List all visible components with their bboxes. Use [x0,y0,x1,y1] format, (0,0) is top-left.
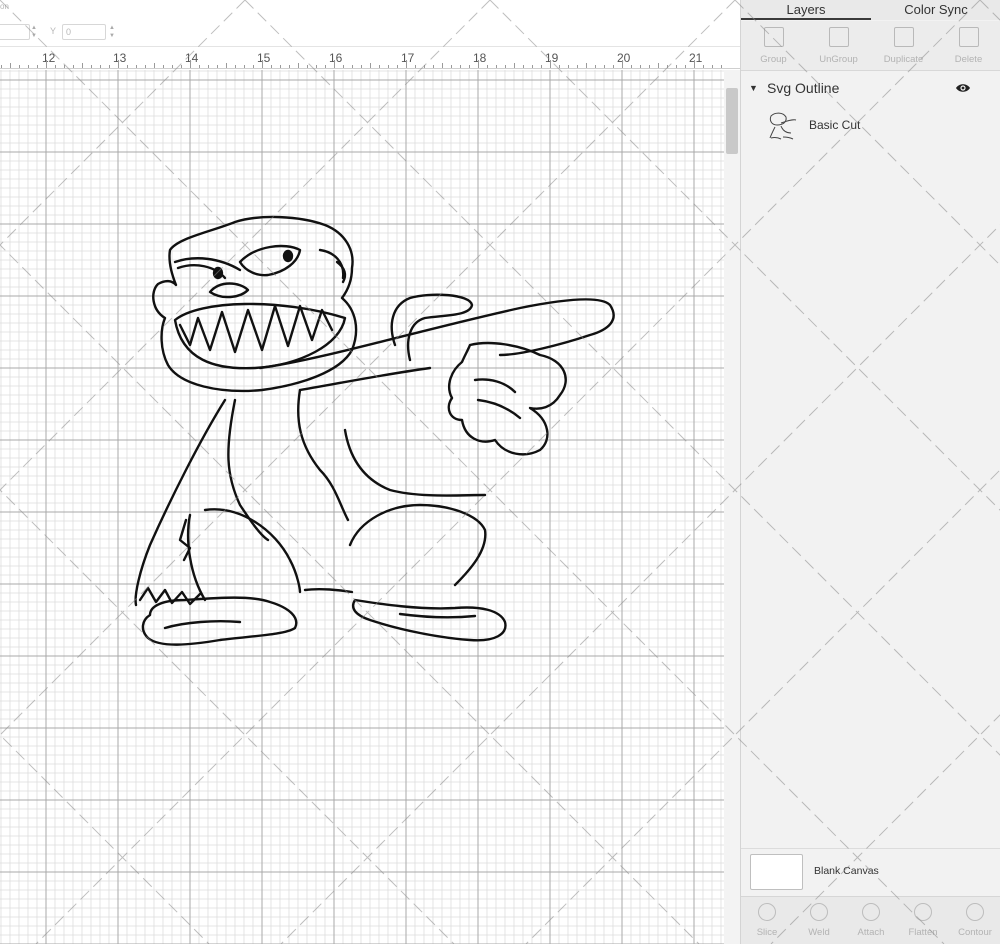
group-icon [763,27,784,47]
contour-label: Contour [958,927,992,938]
ruler-label: 12 [42,51,56,65]
ungroup-button[interactable]: UnGroup [806,21,871,70]
layer-group-svg-outline[interactable]: ▼ Svg Outline [741,74,1000,102]
y-position-field[interactable]: 0 [62,24,106,40]
x-stepper[interactable]: ▲ ▼ [30,24,38,40]
contour-icon [966,903,984,921]
weld-label: Weld [808,927,830,938]
layer-thumbnail [763,107,799,143]
paperclip-icon [862,903,880,921]
scrollbar-thumb[interactable] [726,88,738,154]
slice-icon [758,903,776,921]
ruler-label: 17 [401,51,415,65]
slice-label: Slice [756,927,778,938]
bottom-tools-bar: Slice Weld Attach Flatten Contour [741,896,1000,944]
layer-group-name: Svg Outline [767,80,840,96]
layer-name: Basic Cut [809,118,861,132]
layers-list: ▼ Svg Outline Basic Cut [741,74,1000,148]
ruler-label: 14 [185,51,199,65]
flatten-button[interactable]: Flatten [897,897,949,944]
flatten-icon [914,903,932,921]
flatten-label: Flatten [908,927,938,938]
blank-canvas-swatch[interactable] [750,854,803,890]
panel-tabs: Layers Color Sync [741,0,1000,20]
x-position-field[interactable] [0,24,30,40]
tab-layers[interactable]: Layers [741,0,871,20]
ruler-label: 18 [473,51,487,65]
contour-button[interactable]: Contour [949,897,1000,944]
ungroup-label: UnGroup [819,54,858,65]
caret-down-icon[interactable]: ▼ [749,83,767,93]
top-toolbar: on ▲ ▼ Y 0 ▲ ▼ [0,0,740,47]
group-label: Group [760,54,787,65]
tab-color-sync[interactable]: Color Sync [871,0,1000,20]
monkey-artwork[interactable] [0,70,724,944]
duplicate-button[interactable]: Duplicate [871,21,936,70]
ruler-label: 21 [689,51,703,65]
weld-button[interactable]: Weld [793,897,845,944]
y-stepper[interactable]: ▲ ▼ [108,24,116,40]
layer-item-basic-cut[interactable]: Basic Cut [741,102,1000,148]
group-button[interactable]: Group [741,21,806,70]
trash-icon [958,27,979,47]
attach-label: Attach [857,927,885,938]
delete-label: Delete [954,54,983,65]
slice-button[interactable]: Slice [741,897,793,944]
ruler-label: 20 [617,51,631,65]
blank-canvas-row[interactable]: Blank Canvas [741,848,1000,894]
duplicate-label: Duplicate [883,54,924,65]
ruler-label: 15 [257,51,271,65]
ruler-label: 19 [545,51,559,65]
ungroup-icon [828,27,849,47]
design-canvas[interactable] [0,70,740,944]
horizontal-ruler: 12 13 14 15 16 17 18 19 20 21 [0,47,740,69]
ruler-label: 13 [113,51,127,65]
toolbar-corner-text: on [0,2,9,11]
attach-button[interactable]: Attach [845,897,897,944]
duplicate-icon [893,27,914,47]
layers-panel: Layers Color Sync Group UnGroup Duplicat… [740,0,1000,944]
ruler-label: 16 [329,51,343,65]
y-label: Y [50,26,57,36]
delete-button[interactable]: Delete [936,21,1000,70]
blank-canvas-label: Blank Canvas [814,865,879,877]
layer-tools-bar: Group UnGroup Duplicate Delete [741,21,1000,71]
eye-icon[interactable] [955,80,971,96]
weld-icon [810,903,828,921]
canvas-vertical-scrollbar[interactable] [724,70,740,944]
